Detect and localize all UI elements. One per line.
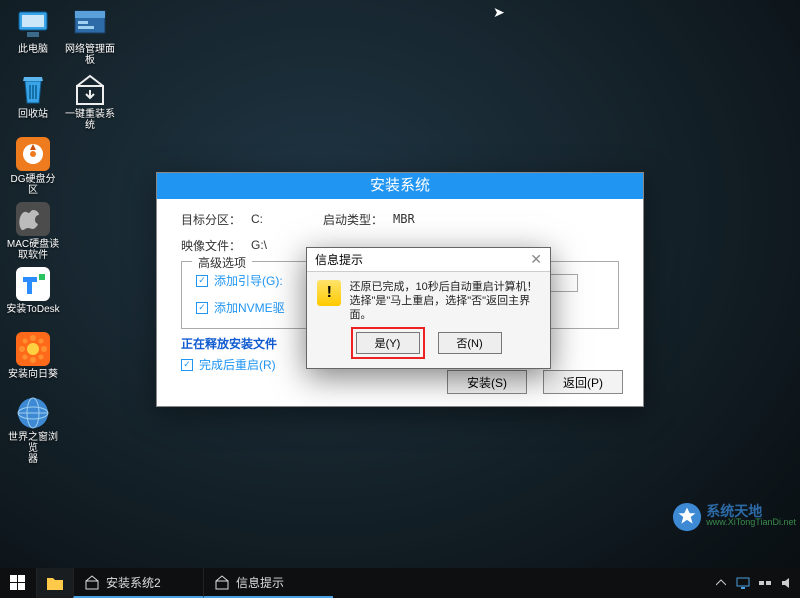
tray-up-icon[interactable] xyxy=(712,574,730,592)
taskbar-item-dialog[interactable]: 信息提示 xyxy=(203,568,333,598)
desktop-icon-todesk[interactable]: 安装ToDesk xyxy=(6,266,60,328)
tray-volume-icon[interactable] xyxy=(778,574,796,592)
sunflower-icon xyxy=(15,331,51,367)
desktop-icon-dg[interactable]: DG硬盘分区 xyxy=(6,136,60,198)
desktop-icon-label: DG硬盘分区 xyxy=(6,174,60,196)
dialog-title: 信息提示 xyxy=(315,251,363,268)
dialog-close-button[interactable]: ✕ xyxy=(530,251,542,268)
dialog-no-button[interactable]: 否(N) xyxy=(438,332,502,354)
back-button[interactable]: 返回(P) xyxy=(543,370,623,394)
boot-label: 启动类型： xyxy=(323,211,393,228)
boot-value: MBR xyxy=(393,212,415,226)
desktop-icon-label: 一键重装系统 xyxy=(63,109,117,131)
desktop-icon-label: 安装ToDesk xyxy=(6,304,59,315)
mac-icon xyxy=(15,201,51,237)
desktop-icon-label: 网络管理面板 xyxy=(63,44,117,66)
taskbar-explorer[interactable] xyxy=(36,568,73,598)
taskbar-item-label: 信息提示 xyxy=(236,574,284,591)
reinstall-icon xyxy=(214,574,230,590)
globe-icon xyxy=(15,396,51,430)
windows-icon xyxy=(10,575,26,591)
image-label: 映像文件： xyxy=(181,237,251,254)
image-value: G:\ xyxy=(251,238,267,252)
watermark-url: www.XiTongTianDi.net xyxy=(706,517,796,528)
reinstall-icon xyxy=(84,574,100,590)
desktop-icon-column-1: 此电脑 回收站 DG硬盘分区 MAC硬盘读 取软件 安装ToDesk 安装向日葵… xyxy=(6,6,60,458)
watermark-brand: 系统天地 xyxy=(706,506,796,517)
taskbar-item-label: 安装系统2 xyxy=(106,574,161,591)
dg-icon xyxy=(15,136,51,172)
desktop-icon-this-pc[interactable]: 此电脑 xyxy=(6,6,60,68)
desktop-icon-column-2: 网络管理面板 一键重装系统 xyxy=(63,6,117,133)
desktop-icon-label: MAC硬盘读 取软件 xyxy=(7,239,59,261)
taskbar-item-install[interactable]: 安装系统2 xyxy=(73,568,203,598)
system-tray xyxy=(712,568,800,598)
warning-icon xyxy=(317,280,341,306)
desktop-icon-netpanel[interactable]: 网络管理面板 xyxy=(63,6,117,68)
folder-icon xyxy=(47,575,63,591)
target-label: 目标分区： xyxy=(181,211,251,228)
watermark: 系统天地 www.XiTongTianDi.net xyxy=(672,502,796,532)
dialog-message: 还原已完成，10秒后自动重启计算机！ 选择"是"马上重启，选择"否"返回主界面。 xyxy=(349,280,540,322)
install-button[interactable]: 安装(S) xyxy=(447,370,527,394)
todesk-icon xyxy=(15,266,51,302)
tray-monitor-icon[interactable] xyxy=(734,574,752,592)
desktop-icon-label: 世界之窗浏览 器 xyxy=(6,432,60,465)
start-button[interactable] xyxy=(0,568,36,598)
dialog-yes-button[interactable]: 是(Y) xyxy=(356,332,420,354)
target-value: C: xyxy=(251,212,263,226)
desktop-icon-browser[interactable]: 世界之窗浏览 器 xyxy=(6,396,60,458)
install-window-title: 安装系统 xyxy=(157,173,643,199)
desktop-icon-recycle[interactable]: 回收站 xyxy=(6,71,60,133)
desktop-icon-label: 此电脑 xyxy=(18,44,48,55)
netpanel-icon xyxy=(72,6,108,42)
advanced-legend: 高级选项 xyxy=(192,254,252,271)
desktop-icon-mac[interactable]: MAC硬盘读 取软件 xyxy=(6,201,60,263)
taskbar: 安装系统2 信息提示 xyxy=(0,568,800,598)
desktop-icon-label: 安装向日葵 xyxy=(8,369,58,380)
desktop-icon-label: 回收站 xyxy=(18,109,48,120)
pc-icon xyxy=(15,6,51,42)
info-dialog: 信息提示 ✕ 还原已完成，10秒后自动重启计算机！ 选择"是"马上重启，选择"否… xyxy=(306,247,551,369)
reinstall-icon xyxy=(72,71,108,107)
recycle-icon xyxy=(15,71,51,107)
tray-network-icon[interactable] xyxy=(756,574,774,592)
cursor-icon: ➤ xyxy=(493,4,505,21)
watermark-logo-icon xyxy=(672,502,702,532)
desktop-icon-sunflower[interactable]: 安装向日葵 xyxy=(6,331,60,393)
desktop-icon-reinstall[interactable]: 一键重装系统 xyxy=(63,71,117,133)
